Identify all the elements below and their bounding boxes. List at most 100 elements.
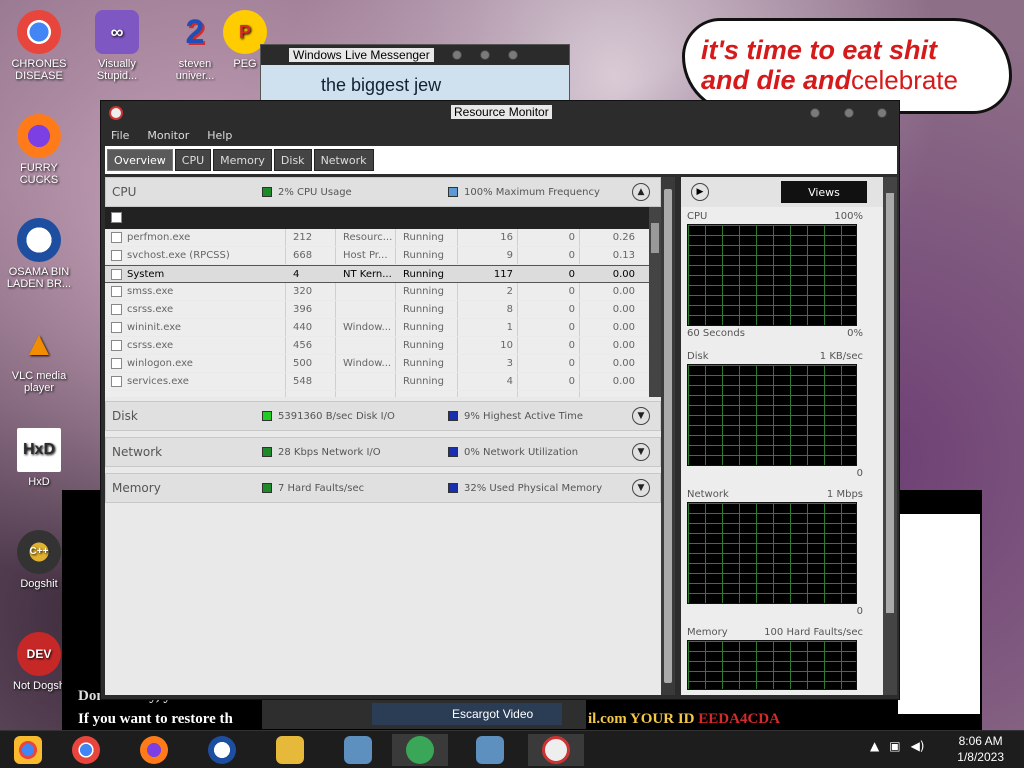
taskbar-explorer[interactable] bbox=[262, 734, 318, 766]
tab-memory[interactable]: Memory bbox=[213, 149, 272, 171]
desktop-icon-furry[interactable]: FURRY CUCKS bbox=[4, 114, 74, 186]
taskbar-network[interactable] bbox=[330, 734, 386, 766]
tray-overflow-icon[interactable]: ▲ bbox=[870, 739, 879, 753]
minimize-button[interactable] bbox=[810, 108, 820, 118]
desktop-icon-label: FURRY CUCKS bbox=[19, 162, 59, 186]
table-scrollbar[interactable] bbox=[649, 207, 661, 397]
desktop-icon-hxd[interactable]: HxD HxD bbox=[4, 428, 74, 488]
media-player-thumbnail[interactable]: Escargot Video bbox=[372, 703, 562, 725]
row-checkbox[interactable] bbox=[111, 322, 122, 333]
collapse-graphs-icon[interactable]: ▶ bbox=[691, 183, 709, 201]
minimize-button[interactable] bbox=[451, 50, 462, 60]
row-checkbox[interactable] bbox=[111, 232, 122, 243]
process-threads: 1 bbox=[506, 322, 513, 333]
desktop-icon-visually-stupid[interactable]: ∞ Visually Stupid... bbox=[82, 10, 152, 82]
row-checkbox[interactable] bbox=[111, 376, 122, 387]
table-row[interactable]: smss.exe 320 Running 2 0 0.00 bbox=[105, 283, 661, 301]
menu-help[interactable]: Help bbox=[207, 129, 232, 142]
memory-section-header[interactable]: Memory 7 Hard Faults/sec 32% Used Physic… bbox=[105, 473, 661, 503]
table-row[interactable]: System 4 NT Kern... Running 117 0 0.00 bbox=[105, 265, 661, 283]
system-tray: ▲ ▣ ◀) bbox=[870, 739, 925, 753]
cpu-usage-label: 2% CPU Usage bbox=[278, 186, 352, 198]
select-all-checkbox[interactable] bbox=[111, 212, 122, 223]
graph-min: 0 bbox=[856, 606, 863, 617]
overview-scrollbar[interactable] bbox=[661, 177, 675, 695]
network-util-metric: 0% Network Utilization bbox=[448, 447, 578, 458]
desktop-icon-osama[interactable]: OSAMA BIN LADEN BR... bbox=[4, 218, 74, 290]
taskbar-firefox[interactable] bbox=[126, 734, 182, 766]
table-row[interactable]: csrss.exe 456 Running 10 0 0.00 bbox=[105, 337, 661, 355]
messenger-titlebar[interactable]: Windows Live Messenger bbox=[261, 45, 569, 65]
row-checkbox[interactable] bbox=[111, 304, 122, 315]
volume-icon[interactable]: ◀) bbox=[911, 739, 925, 753]
cpu-frequency-label: 100% Maximum Frequency bbox=[464, 186, 600, 198]
messenger-status[interactable]: the biggest jew bbox=[321, 75, 441, 96]
views-dropdown[interactable]: Views bbox=[781, 181, 867, 203]
start-button[interactable] bbox=[0, 734, 56, 766]
background-window-scrollbar[interactable] bbox=[960, 514, 980, 714]
desktop-icon-chrones[interactable]: CHRONES DISEASE bbox=[4, 10, 74, 82]
disk-graph-canvas bbox=[687, 364, 857, 466]
graphs-scrollbar[interactable] bbox=[883, 177, 897, 695]
network-status-icon[interactable]: ▣ bbox=[889, 739, 900, 753]
menu-monitor[interactable]: Monitor bbox=[147, 129, 189, 142]
tab-disk[interactable]: Disk bbox=[273, 149, 312, 171]
cpu-usage-legend-icon bbox=[262, 187, 272, 197]
row-checkbox[interactable] bbox=[111, 269, 122, 280]
collapse-icon[interactable]: ▲ bbox=[632, 183, 650, 201]
network-section-header[interactable]: Network 28 Kbps Network I/O 0% Network U… bbox=[105, 437, 661, 467]
tab-overview[interactable]: Overview bbox=[107, 149, 173, 171]
resource-monitor-window[interactable]: Resource Monitor File Monitor Help Overv… bbox=[100, 100, 900, 700]
memory-faults-label: 7 Hard Faults/sec bbox=[278, 482, 365, 494]
expand-icon[interactable]: ▼ bbox=[632, 443, 650, 461]
network-io-label: 28 Kbps Network I/O bbox=[278, 446, 381, 458]
tab-cpu[interactable]: CPU bbox=[174, 149, 212, 171]
close-button[interactable] bbox=[877, 108, 887, 118]
close-button[interactable] bbox=[507, 50, 518, 60]
process-threads: 2 bbox=[506, 286, 513, 297]
maximize-button[interactable] bbox=[479, 50, 490, 60]
maximize-button[interactable] bbox=[843, 108, 854, 118]
process-name: perfmon.exe bbox=[127, 232, 191, 243]
menu-file[interactable]: File bbox=[111, 129, 129, 142]
process-average-cpu: 0.00 bbox=[612, 269, 635, 280]
process-cpu: 0 bbox=[568, 358, 575, 369]
process-name: smss.exe bbox=[127, 286, 174, 297]
memory-used-label: 32% Used Physical Memory bbox=[464, 482, 603, 494]
obama-logo-icon bbox=[208, 736, 236, 764]
clock[interactable]: 8:06 AM 1/8/2023 bbox=[957, 733, 1004, 765]
table-row[interactable]: services.exe 548 Running 4 0 0.00 bbox=[105, 373, 661, 391]
messenger-body: the biggest jew bbox=[261, 65, 569, 105]
table-row[interactable]: csrss.exe 396 Running 8 0 0.00 bbox=[105, 301, 661, 319]
disk-section-header[interactable]: Disk 5391360 B/sec Disk I/O 9% Highest A… bbox=[105, 401, 661, 431]
taskbar-chrome[interactable] bbox=[58, 734, 114, 766]
process-pid: 548 bbox=[293, 376, 313, 387]
graph-max: 100% bbox=[834, 211, 863, 222]
taskbar-obama[interactable] bbox=[194, 734, 250, 766]
expand-icon[interactable]: ▼ bbox=[632, 407, 650, 425]
network-io-legend-icon bbox=[262, 447, 272, 457]
taskbar: ▲ ▣ ◀) 8:06 AM 1/8/2023 bbox=[0, 730, 1024, 768]
table-row[interactable]: perfmon.exe 212 Resourc... Running 16 0 0.26 bbox=[105, 229, 661, 247]
section-title: Disk bbox=[112, 409, 138, 423]
taskbar-messenger[interactable] bbox=[392, 734, 448, 766]
row-checkbox[interactable] bbox=[111, 340, 122, 351]
row-checkbox[interactable] bbox=[111, 358, 122, 369]
cpu-section-header[interactable]: CPU 2% CPU Usage 100% Maximum Frequency … bbox=[105, 177, 661, 207]
graph-title: Network bbox=[687, 489, 729, 500]
cpu-frequency-legend-icon bbox=[448, 187, 458, 197]
process-status: Running bbox=[403, 358, 444, 369]
taskbar-network-2[interactable] bbox=[462, 734, 518, 766]
expand-icon[interactable]: ▼ bbox=[632, 479, 650, 497]
desktop-icon-vlc[interactable]: ▲ VLC media player bbox=[4, 322, 74, 394]
process-cpu: 0 bbox=[568, 232, 575, 243]
table-row[interactable]: svchost.exe (RPCSS) 668 Host Pr... Running 9… bbox=[105, 247, 661, 265]
resource-monitor-titlebar[interactable]: Resource Monitor bbox=[101, 101, 899, 125]
taskbar-resource-monitor[interactable] bbox=[528, 734, 584, 766]
row-checkbox[interactable] bbox=[111, 286, 122, 297]
table-row[interactable]: winlogon.exe 500 Window... Running 3 0 0.00 bbox=[105, 355, 661, 373]
row-checkbox[interactable] bbox=[111, 250, 122, 261]
messenger-window[interactable]: Windows Live Messenger the biggest jew bbox=[260, 44, 570, 105]
table-row[interactable]: wininit.exe 440 Window... Running 1 0 0.00 bbox=[105, 319, 661, 337]
tab-network[interactable]: Network bbox=[313, 149, 374, 171]
